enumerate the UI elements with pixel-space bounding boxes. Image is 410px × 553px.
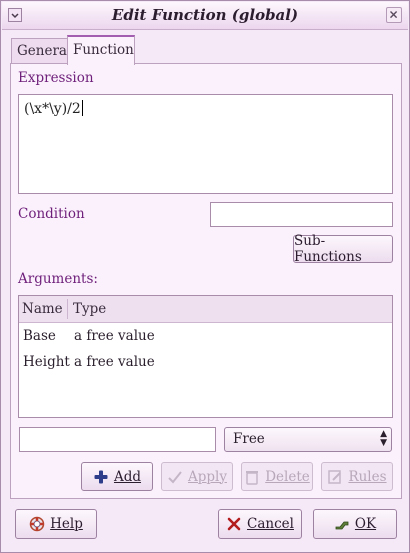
close-icon	[390, 11, 398, 19]
ok-button[interactable]: OK	[313, 509, 397, 539]
expression-textarea[interactable]: (\x*\y)/2	[18, 94, 393, 194]
arguments-list[interactable]: Name Type Base a free value Height a fre…	[18, 295, 393, 418]
lifebuoy-icon	[29, 516, 45, 532]
column-divider	[67, 299, 68, 319]
condition-label: Condition	[18, 206, 85, 222]
expression-value: (\x*\y)/2	[24, 101, 81, 117]
rules-argument-button[interactable]: Rules	[321, 462, 393, 491]
column-header-type[interactable]: Type	[73, 301, 106, 317]
apply-argument-button[interactable]: Apply	[161, 462, 233, 491]
table-row[interactable]: Base a free value	[19, 325, 392, 349]
argument-type-select[interactable]: Free ▲ ▼	[224, 427, 392, 452]
checkmark-icon	[168, 470, 182, 483]
add-label: Add	[113, 468, 142, 485]
column-header-name[interactable]: Name	[22, 301, 63, 317]
argument-name: Base	[23, 328, 56, 344]
help-label: Help	[50, 516, 83, 532]
expression-label: Expression	[18, 70, 94, 86]
argument-type: a free value	[74, 328, 155, 344]
argument-name: Height	[23, 354, 70, 370]
delete-argument-button[interactable]: Delete	[241, 462, 313, 491]
help-button[interactable]: Help	[15, 509, 97, 539]
cancel-x-icon	[227, 517, 241, 531]
tab-general[interactable]: General	[11, 38, 71, 64]
window-title: Edit Function (global)	[111, 6, 299, 24]
table-row[interactable]: Height a free value	[19, 351, 392, 375]
title-bar[interactable]: Edit Function (global)	[2, 2, 408, 30]
edit-icon	[328, 469, 342, 484]
rules-label: Rules	[348, 468, 387, 485]
spin-arrows-icon: ▲ ▼	[380, 429, 387, 448]
argument-type: a free value	[74, 354, 155, 370]
add-argument-button[interactable]: Add	[81, 462, 153, 491]
tab-function[interactable]: Function	[67, 35, 135, 65]
cancel-button[interactable]: Cancel	[218, 509, 302, 539]
ok-label: OK	[354, 516, 377, 532]
argument-name-input[interactable]	[19, 427, 216, 452]
ok-hand-icon	[335, 521, 349, 530]
close-window-button[interactable]	[386, 7, 402, 23]
apply-label: Apply	[188, 468, 227, 485]
cancel-label: Cancel	[247, 516, 294, 532]
trash-icon	[246, 470, 259, 485]
sub-functions-button[interactable]: Sub-Functions	[293, 233, 393, 265]
arguments-list-header: Name Type	[19, 296, 392, 323]
plus-icon	[94, 470, 108, 483]
arguments-label: Arguments:	[18, 271, 98, 287]
sub-functions-label: Sub-Functions	[294, 233, 362, 265]
text-cursor	[81, 100, 83, 116]
delete-label: Delete	[265, 468, 310, 485]
condition-input[interactable]	[210, 202, 393, 227]
edit-function-dialog: Edit Function (global) General Function …	[0, 0, 410, 553]
argument-type-selected: Free	[233, 431, 265, 447]
